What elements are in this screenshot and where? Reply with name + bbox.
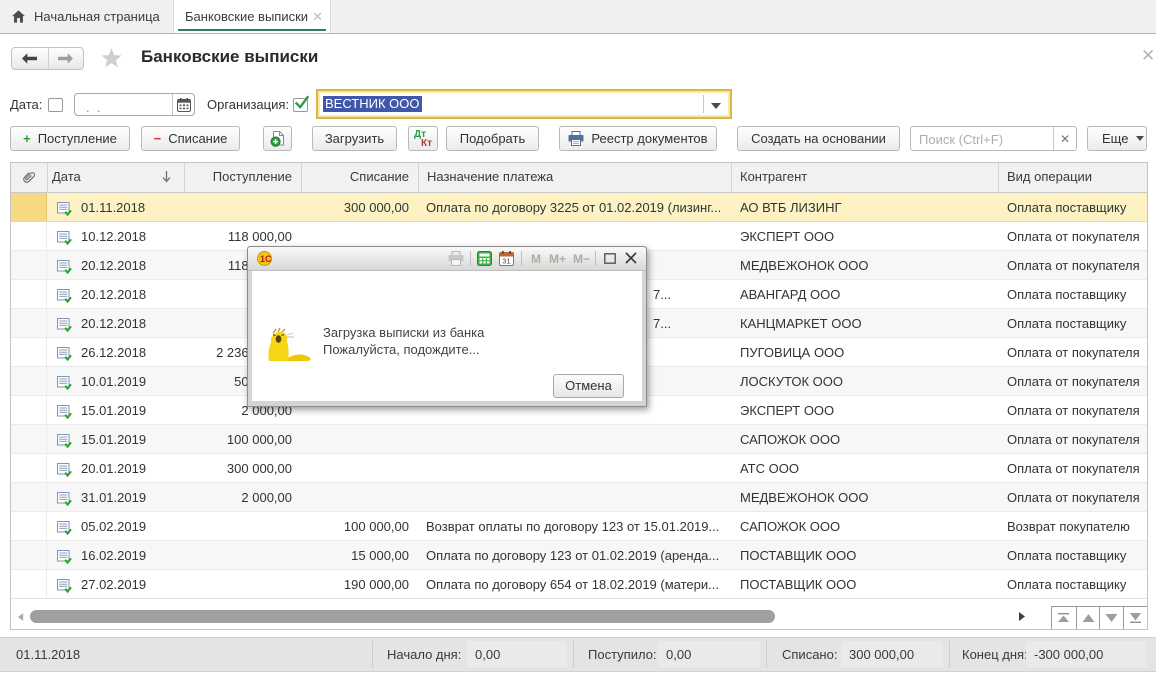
svg-text:1С: 1С <box>260 254 272 264</box>
svg-text:31: 31 <box>502 257 510 266</box>
